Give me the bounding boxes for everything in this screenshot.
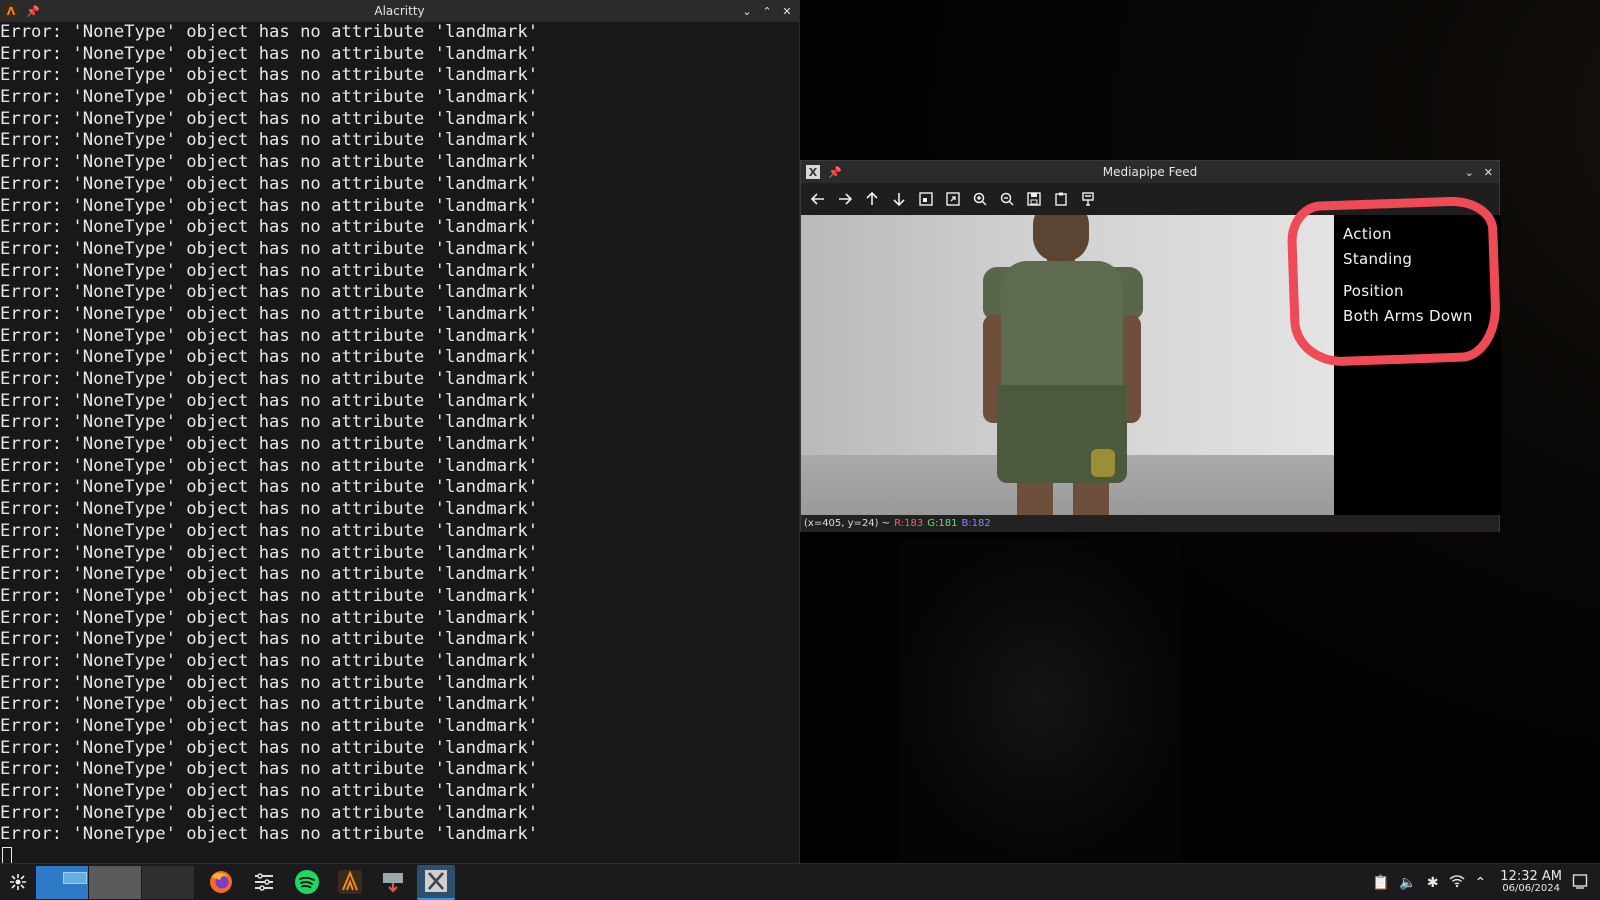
alacritty-icon[interactable] (331, 865, 369, 900)
desktop-3[interactable] (142, 865, 194, 899)
save-icon[interactable] (1023, 188, 1045, 210)
green-value: G:181 (927, 518, 958, 529)
firefox-icon[interactable] (202, 865, 240, 900)
camera-feed (801, 215, 1334, 515)
bluetooth-icon[interactable]: ✱ (1427, 875, 1439, 891)
clock-time: 12:32 AM (1500, 868, 1562, 884)
x-window-icon[interactable] (417, 864, 455, 900)
zoom-original-icon[interactable] (942, 188, 964, 210)
terminal-line: Error: 'NoneType' object has no attribut… (0, 694, 539, 715)
cursor-coords: (x=405, y=24) ~ (804, 518, 891, 529)
arrow-left-icon[interactable] (807, 188, 829, 210)
terminal-window[interactable]: Λ 📌 Alacritty ⌄ ⌃ ✕ Error: 'NoneType' ob… (0, 0, 800, 863)
terminal-line: Error: 'NoneType' object has no attribut… (0, 802, 539, 823)
terminal-line: Error: 'NoneType' object has no attribut… (0, 716, 539, 736)
blue-value: B:182 (961, 518, 991, 529)
app-launcher-icon[interactable] (0, 864, 36, 900)
status-bar: (x=405, y=24) ~ R:183 G:181 B:182 (801, 515, 1499, 532)
terminal-line: Error: 'NoneType' object has no attribut… (0, 607, 539, 628)
terminal-line: Error: 'NoneType' object has no attribut… (0, 781, 539, 802)
terminal-line: Error: 'NoneType' object has no attribut… (0, 759, 539, 780)
terminal-line: Error: 'NoneType' object has no attribut… (0, 412, 539, 433)
copy-icon[interactable] (1050, 188, 1072, 210)
desktop-2[interactable] (89, 865, 141, 899)
terminal-line: Error: 'NoneType' object has no attribut… (0, 824, 539, 845)
terminal-line: Error: 'NoneType' object has no attribut… (0, 260, 539, 281)
clock[interactable]: 12:32 AM 06/06/2024 (1500, 868, 1562, 895)
terminal-line: Error: 'NoneType' object has no attribut… (0, 108, 539, 129)
terminal-line: Error: 'NoneType' object has no attribut… (0, 499, 539, 520)
red-highlight-annotation (1286, 195, 1502, 368)
show-desktop-icon[interactable] (1572, 873, 1588, 893)
task-manager (202, 864, 455, 900)
terminal-cursor (2, 847, 12, 863)
mediapipe-titlebar[interactable]: X 📌 Mediapipe Feed ⌄ ✕ (801, 161, 1499, 183)
arrow-down-icon[interactable] (888, 188, 910, 210)
terminal-line: Error: 'NoneType' object has no attribut… (0, 564, 539, 585)
close-icon[interactable]: ✕ (781, 5, 793, 18)
terminal-line: Error: 'NoneType' object has no attribut… (0, 130, 539, 151)
mediapipe-window[interactable]: X 📌 Mediapipe Feed ⌄ ✕ Action Standing P… (800, 160, 1502, 532)
terminal-line: Error: 'NoneType' object has no attribut… (0, 434, 539, 455)
spotify-icon[interactable] (288, 865, 326, 900)
zoom-fit-icon[interactable] (915, 188, 937, 210)
clipboard-icon[interactable]: 📋 (1372, 875, 1389, 891)
terminal-line: Error: 'NoneType' object has no attribut… (0, 542, 539, 563)
x-window-icon: X (806, 165, 820, 179)
terminal-line: Error: 'NoneType' object has no attribut… (0, 585, 539, 606)
terminal-line: Error: 'NoneType' object has no attribut… (0, 282, 539, 303)
virtual-desktop-pager (36, 865, 194, 899)
terminal-line: Error: 'NoneType' object has no attribut… (0, 737, 539, 758)
system-settings-icon[interactable] (245, 865, 283, 900)
terminal-line: Error: 'NoneType' object has no attribut… (0, 152, 539, 173)
window-title: Mediapipe Feed (1102, 165, 1198, 179)
terminal-line: Error: 'NoneType' object has no attribut… (0, 87, 539, 108)
terminal-line: Error: 'NoneType' object has no attribut… (0, 325, 539, 346)
terminal-line: Error: 'NoneType' object has no attribut… (0, 173, 539, 194)
volume-icon[interactable]: 🔈 (1399, 875, 1416, 891)
terminal-line: Error: 'NoneType' object has no attribut… (0, 369, 539, 389)
zoom-out-icon[interactable] (996, 188, 1018, 210)
terminal-line: Error: 'NoneType' object has no attribut… (0, 672, 539, 693)
terminal-line: Error: 'NoneType' object has no attribut… (0, 520, 539, 541)
maximize-icon[interactable]: ⌃ (761, 5, 773, 18)
terminal-titlebar[interactable]: Λ 📌 Alacritty ⌄ ⌃ ✕ (0, 0, 799, 22)
minimize-icon[interactable]: ⌄ (1465, 166, 1474, 179)
close-icon[interactable]: ✕ (1484, 166, 1493, 179)
person-figure (961, 215, 1161, 515)
pin-icon[interactable]: 📌 (828, 166, 842, 179)
terminal-line: Error: 'NoneType' object has no attribut… (0, 22, 539, 42)
terminal-line: Error: 'NoneType' object has no attribut… (0, 238, 539, 259)
terminal-line: Error: 'NoneType' object has no attribut… (0, 347, 539, 368)
clock-date: 06/06/2024 (1502, 882, 1560, 894)
terminal-line: Error: 'NoneType' object has no attribut… (0, 455, 539, 476)
terminal-line: Error: 'NoneType' object has no attribut… (0, 629, 539, 650)
properties-icon[interactable] (1077, 188, 1099, 210)
terminal-line: Error: 'NoneType' object has no attribut… (0, 65, 539, 86)
taskbar: 📋 🔈 ✱ ⌃ 12:32 AM 06/06/2024 (0, 863, 1600, 900)
terminal-line: Error: 'NoneType' object has no attribut… (0, 650, 539, 671)
terminal-line: Error: 'NoneType' object has no attribut… (0, 195, 539, 216)
terminal-line: Error: 'NoneType' object has no attribut… (0, 390, 539, 411)
pin-icon[interactable]: 📌 (26, 5, 40, 18)
alacritty-icon: Λ (4, 4, 18, 18)
terminal-line: Error: 'NoneType' object has no attribut… (0, 43, 539, 64)
zoom-in-icon[interactable] (969, 188, 991, 210)
arrow-up-icon[interactable] (861, 188, 883, 210)
tray-expand-icon[interactable]: ⌃ (1475, 875, 1487, 891)
system-tray: 📋 🔈 ✱ ⌃ 12:32 AM 06/06/2024 (1372, 864, 1600, 900)
desktop-1[interactable] (36, 865, 88, 899)
terminal-line: Error: 'NoneType' object has no attribut… (0, 303, 539, 324)
terminal-output[interactable]: Error: 'NoneType' object has no attribut… (0, 22, 799, 863)
red-value: R:183 (894, 518, 924, 529)
wifi-icon[interactable] (1449, 874, 1465, 892)
file-transfer-icon[interactable] (374, 865, 412, 900)
minimize-icon[interactable]: ⌄ (741, 5, 753, 18)
window-title: Alacritty (374, 4, 425, 18)
terminal-line: Error: 'NoneType' object has no attribut… (0, 477, 539, 498)
image-viewport[interactable]: Action Standing Position Both Arms Down (801, 195, 1502, 515)
terminal-line: Error: 'NoneType' object has no attribut… (0, 217, 539, 238)
arrow-right-icon[interactable] (834, 188, 856, 210)
